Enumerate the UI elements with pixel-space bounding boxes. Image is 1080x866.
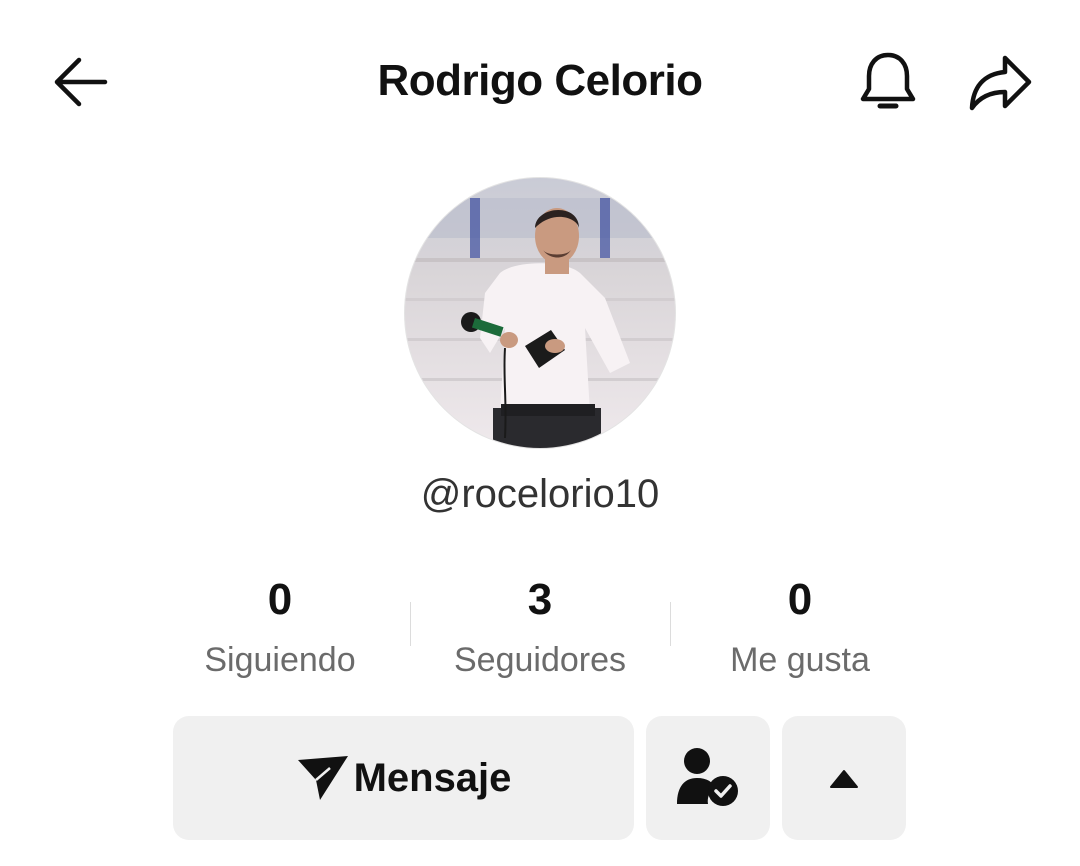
bell-icon [860, 52, 916, 109]
stats-row: 0 Siguiendo 3 Seguidores 0 Me gusta [150, 570, 930, 690]
more-options-button[interactable] [782, 716, 906, 840]
stat-followers[interactable]: 3 Seguidores [410, 570, 670, 690]
triangle-up-icon [830, 770, 858, 788]
stat-likes-label: Me gusta [730, 641, 870, 679]
share-arrow-icon [969, 55, 1032, 111]
paper-plane-icon [297, 756, 348, 800]
following-button[interactable] [646, 716, 770, 840]
avatar[interactable] [405, 178, 675, 448]
share-button[interactable] [962, 46, 1038, 118]
username: @rocelorio10 [420, 472, 660, 516]
stat-followers-label: Seguidores [453, 641, 626, 679]
stat-following-label: Siguiendo [204, 641, 356, 679]
header-bar: Rodrigo Celorio [0, 40, 1080, 126]
user-check-icon [677, 748, 738, 806]
notifications-button[interactable] [852, 46, 924, 118]
stat-likes-count: 0 [787, 575, 813, 624]
profile-page: Rodrigo Celorio @rocelorio10 0 Siguiendo… [0, 0, 1080, 866]
stat-following[interactable]: 0 Siguiendo [150, 570, 410, 690]
message-button[interactable]: Mensaje [173, 716, 634, 840]
stat-followers-count: 3 [527, 575, 553, 624]
stat-following-count: 0 [267, 575, 293, 624]
message-button-label: Mensaje [353, 755, 512, 800]
avatar-photo [405, 178, 675, 448]
stat-likes[interactable]: 0 Me gusta [670, 570, 930, 690]
